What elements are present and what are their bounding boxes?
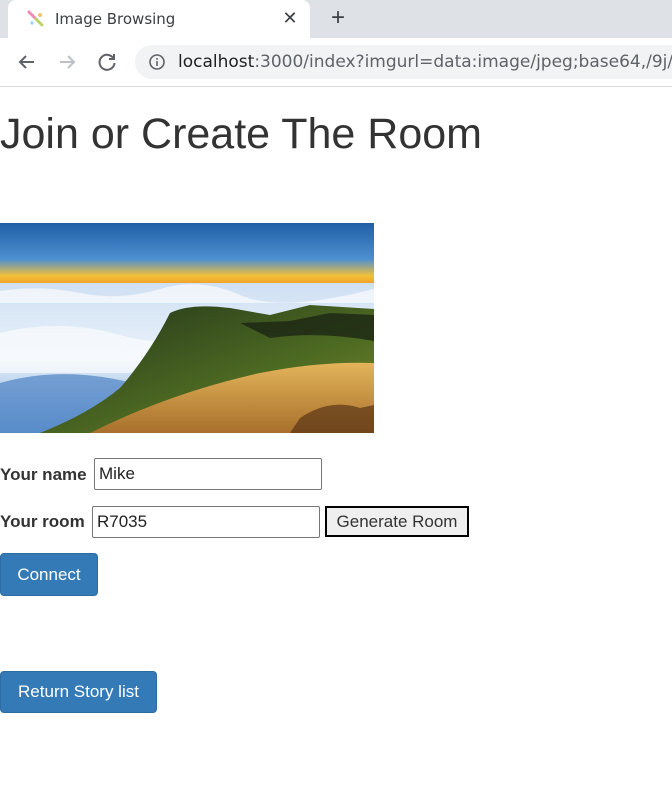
tab-strip: Image Browsing ✕ + bbox=[0, 0, 672, 38]
connect-button[interactable]: Connect bbox=[0, 553, 98, 596]
address-bar[interactable]: localhost:3000/index?imgurl=data:image/j… bbox=[135, 45, 672, 79]
reload-icon[interactable] bbox=[95, 50, 119, 74]
return-story-list-button[interactable]: Return Story list bbox=[0, 671, 157, 713]
name-label: Your name bbox=[0, 465, 87, 484]
favicon-icon bbox=[27, 10, 44, 27]
tab-title: Image Browsing bbox=[55, 10, 176, 28]
name-input[interactable] bbox=[94, 458, 322, 490]
url-host: localhost bbox=[178, 52, 255, 72]
info-icon[interactable] bbox=[149, 54, 165, 70]
browser-toolbar: localhost:3000/index?imgurl=data:image/j… bbox=[0, 38, 672, 87]
hero-image bbox=[0, 223, 374, 433]
page-title: Join or Create The Room bbox=[0, 110, 482, 158]
generate-room-button[interactable]: Generate Room bbox=[325, 506, 469, 537]
url-text: localhost:3000/index?imgurl=data:image/j… bbox=[178, 52, 672, 72]
browser-tab[interactable]: Image Browsing ✕ bbox=[8, 0, 310, 38]
url-path: :3000/index?imgurl=data:image/jpeg;base6… bbox=[254, 52, 672, 72]
new-tab-icon[interactable]: + bbox=[326, 6, 350, 30]
back-arrow-icon[interactable] bbox=[15, 50, 39, 74]
room-input[interactable] bbox=[92, 506, 320, 538]
close-tab-icon[interactable]: ✕ bbox=[280, 8, 300, 28]
forward-arrow-icon[interactable] bbox=[55, 50, 79, 74]
room-label: Your room bbox=[0, 512, 85, 531]
